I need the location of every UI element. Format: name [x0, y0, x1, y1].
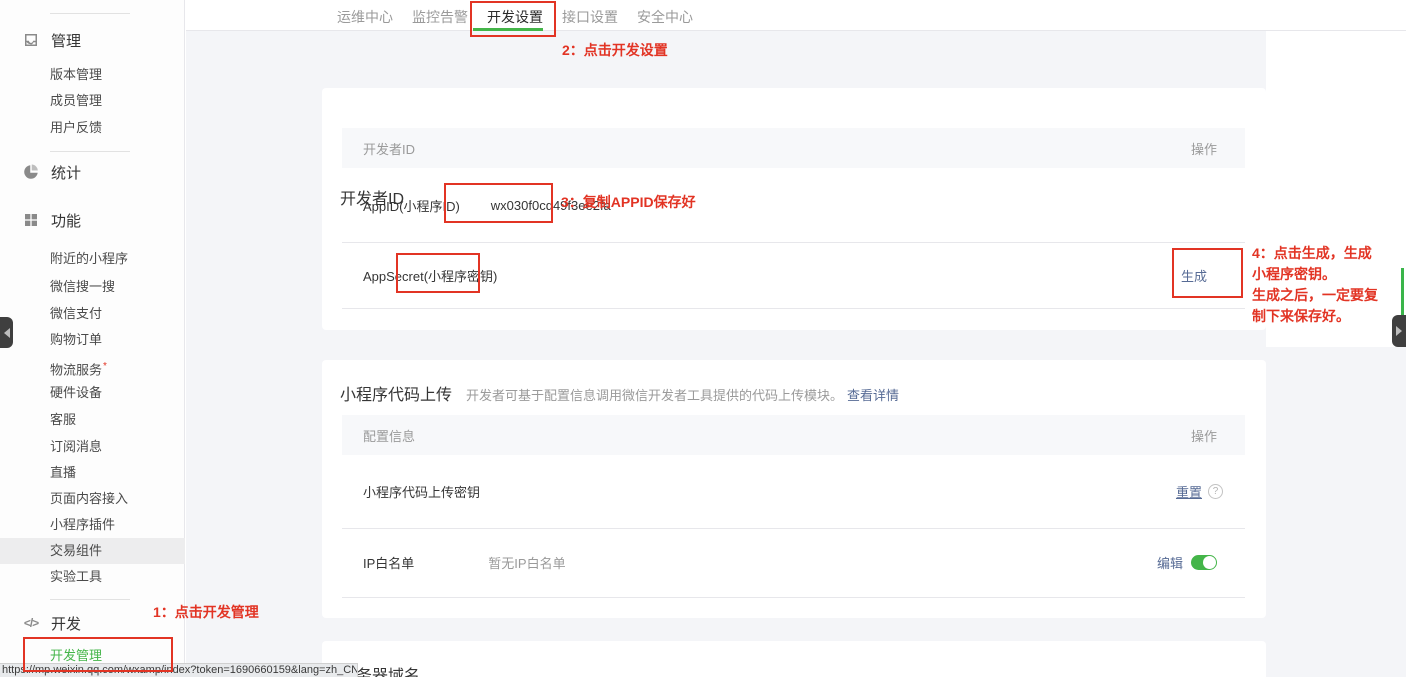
- sidebar-item-live[interactable]: 直播: [50, 464, 76, 482]
- edit-ip-whitelist-button[interactable]: 编辑: [1157, 553, 1183, 572]
- sidebar-divider: [50, 599, 130, 600]
- sidebar-item-customer-service[interactable]: 客服: [50, 411, 76, 429]
- tab-interface-settings[interactable]: 接口设置: [562, 7, 618, 27]
- wechat-miniprogram-console: 管理 版本管理 成员管理 用户反馈 统计 功能 附近的小程序 微信搜一搜 微信支…: [0, 0, 1406, 677]
- sidebar-divider: [50, 151, 130, 152]
- column-config-info: 配置信息: [363, 426, 415, 445]
- code-upload-card: 小程序代码上传 开发者可基于配置信息调用微信开发者工具提供的代码上传模块。 查看…: [322, 360, 1266, 618]
- table-header: 开发者ID 操作: [342, 128, 1245, 168]
- row-divider: [342, 597, 1245, 598]
- sidebar-item-miniprogram-plugin[interactable]: 小程序插件: [50, 516, 115, 534]
- tab-security-center[interactable]: 安全中心: [637, 7, 693, 27]
- annotation-rect-dev-management: [23, 637, 173, 672]
- toggle-knob: [1203, 556, 1216, 569]
- right-arrow-icon: [1396, 326, 1402, 336]
- annotation-step4: 4：点击生成，生成 小程序密钥。 生成之后，一定要复 制下来保存好。: [1252, 243, 1404, 327]
- sidebar-group-development[interactable]: </> 开发: [22, 613, 81, 633]
- grid-icon: [22, 211, 40, 229]
- new-badge: *: [103, 361, 107, 372]
- sidebar-item-trade-component[interactable]: 交易组件: [0, 538, 185, 564]
- column-actions: 操作: [1191, 426, 1217, 445]
- code-icon: </>: [22, 614, 40, 632]
- sidebar-item-logistics-service[interactable]: 物流服务*: [50, 358, 107, 376]
- upload-key-row: 小程序代码上传密钥 重置 ?: [342, 455, 1245, 528]
- ip-whitelist-row: IP白名单 暂无IP白名单 编辑: [342, 528, 1245, 597]
- card-title: 小程序代码上传: [340, 381, 452, 405]
- upload-key-label: 小程序代码上传密钥: [363, 482, 480, 501]
- column-actions: 操作: [1191, 139, 1217, 158]
- sidebar-group-management[interactable]: 管理: [22, 30, 81, 50]
- tab-operations-center[interactable]: 运维中心: [337, 7, 393, 27]
- question-icon[interactable]: ?: [1208, 484, 1223, 499]
- tray-icon: [22, 31, 40, 49]
- sidebar-group-statistics[interactable]: 统计: [22, 162, 81, 182]
- sidebar-group-label: 开发: [51, 613, 81, 634]
- sidebar-group-features[interactable]: 功能: [22, 210, 81, 230]
- ip-whitelist-label: IP白名单: [363, 553, 414, 572]
- card-description: 开发者可基于配置信息调用微信开发者工具提供的代码上传模块。: [466, 385, 843, 404]
- sidebar-item-member-management[interactable]: 成员管理: [50, 92, 102, 110]
- sidebar-group-label: 功能: [51, 210, 81, 231]
- annotation-step2: 2：点击开发设置: [562, 40, 668, 60]
- annotation-step1: 1：点击开发管理: [153, 602, 259, 622]
- sidebar-item-version-management[interactable]: 版本管理: [50, 66, 102, 84]
- reset-key-button[interactable]: 重置: [1176, 482, 1202, 501]
- sidebar-item-wechat-search[interactable]: 微信搜一搜: [50, 278, 115, 296]
- annotation-rect-generate: [1172, 248, 1243, 298]
- pie-icon: [22, 163, 40, 181]
- sidebar-item-hardware-devices[interactable]: 硬件设备: [50, 384, 102, 402]
- settings-tabbar: 运维中心 监控告警 开发设置 接口设置 安全中心: [186, 0, 1406, 31]
- view-details-link[interactable]: 查看详情: [847, 385, 899, 404]
- annotation-rect-dev-settings-tab: [470, 1, 556, 37]
- sidebar-divider: [50, 13, 130, 14]
- row-divider: [342, 308, 1245, 309]
- sidebar-item-shopping-orders[interactable]: 购物订单: [50, 331, 102, 349]
- sidebar-item-user-feedback[interactable]: 用户反馈: [50, 119, 102, 137]
- sidebar: 管理 版本管理 成员管理 用户反馈 统计 功能 附近的小程序 微信搜一搜 微信支…: [0, 0, 185, 677]
- ip-whitelist-toggle[interactable]: [1191, 555, 1217, 570]
- annotation-step3: 3：复制APPID保存好: [561, 192, 696, 212]
- sidebar-item-subscribe-message[interactable]: 订阅消息: [50, 438, 102, 456]
- sidebar-item-experiment-tools[interactable]: 实验工具: [50, 568, 102, 586]
- table-header: 配置信息 操作: [342, 415, 1245, 455]
- server-domain-card: 服务器域名: [322, 641, 1266, 677]
- sidebar-item-wechat-pay[interactable]: 微信支付: [50, 305, 102, 323]
- collapse-left-arrow-button[interactable]: [0, 317, 13, 348]
- tab-monitor-alert[interactable]: 监控告警: [412, 7, 468, 27]
- ip-whitelist-value: 暂无IP白名单: [488, 553, 565, 572]
- sidebar-group-label: 管理: [51, 30, 81, 51]
- column-developer-id: 开发者ID: [363, 139, 415, 158]
- sidebar-item-nearby-miniprogram[interactable]: 附近的小程序: [50, 250, 128, 268]
- annotation-rect-appsecret: [396, 253, 480, 293]
- sidebar-item-page-content-access[interactable]: 页面内容接入: [50, 490, 128, 508]
- annotation-rect-appid: [444, 183, 553, 223]
- sidebar-item-label: 物流服务: [50, 362, 102, 377]
- left-arrow-icon: [4, 328, 10, 338]
- sidebar-group-label: 统计: [51, 162, 81, 183]
